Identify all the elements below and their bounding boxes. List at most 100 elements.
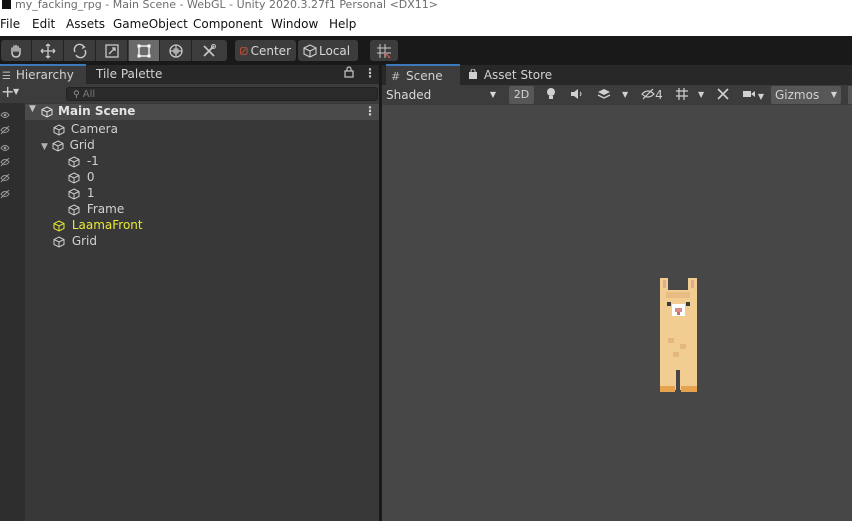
rotate-tool-button[interactable] [65, 40, 96, 61]
menu-edit[interactable]: Edit [32, 17, 55, 31]
llama-ear-left-inner [663, 280, 666, 288]
llama-eye-left [667, 302, 671, 306]
main-toolbar: Center Local [0, 36, 852, 65]
hierarchy-item-grid-2[interactable]: Grid [53, 233, 97, 249]
hand-tool-button[interactable] [1, 40, 32, 61]
visibility-toggle-icon[interactable] [0, 173, 10, 183]
chevron-down-icon[interactable]: ▼ [622, 90, 628, 99]
menu-assets[interactable]: Assets [66, 17, 105, 31]
tile-palette-tab-label: Tile Palette [96, 67, 163, 81]
hierarchy-item-grid[interactable]: ▼ Grid [41, 137, 95, 153]
shopping-bag-icon [469, 68, 477, 79]
hierarchy-item-laamafront[interactable]: LaamaFront [53, 217, 143, 233]
expand-arrow-icon[interactable]: ▼ [29, 104, 36, 114]
gameobject-cube-icon [53, 219, 65, 232]
unity-scene-icon [41, 106, 53, 118]
scene-row[interactable]: ▼ Main Scene ⋮ [25, 104, 379, 120]
pivot-mode-button[interactable]: Center [235, 40, 296, 61]
light-bulb-icon [547, 88, 555, 99]
scene-tab-bar: # Scene Asset Store [382, 64, 852, 86]
lock-icon[interactable] [344, 66, 354, 81]
menu-file[interactable]: File [0, 17, 20, 31]
search-field-edge[interactable] [848, 86, 852, 104]
hierarchy-search-row: + ▼ ⚲ All [0, 82, 379, 103]
grid-snap-icon [377, 43, 391, 58]
hierarchy-item-label: Grid [69, 138, 95, 152]
hierarchy-item-label: Frame [86, 202, 125, 216]
draw-mode-dropdown[interactable]: Shaded ▼ [386, 86, 500, 104]
custom-tool-button[interactable] [193, 40, 224, 61]
chevron-down-icon: ▼ [489, 90, 496, 99]
scale-tool-button[interactable] [97, 40, 128, 61]
rect-tool-button[interactable] [129, 40, 160, 61]
llama-neck [660, 328, 697, 374]
window-title: my_facking_rpg - Main Scene - WebGL - Un… [15, 0, 439, 11]
tab-scene[interactable]: # Scene [386, 64, 460, 86]
2d-mode-label: 2D [513, 88, 530, 101]
scene-menu-icon[interactable]: ⋮ [364, 104, 376, 118]
gizmos-dropdown[interactable]: Gizmos ▼ [771, 86, 841, 104]
llama-mouth [677, 312, 680, 315]
2d-mode-button[interactable]: 2D [509, 86, 534, 104]
llama-forehead-shade [666, 292, 690, 298]
scale-icon [105, 43, 119, 58]
scene-grid-icon: # [391, 70, 401, 83]
llama-leg-gap [676, 370, 680, 390]
scene-toolbar: Shaded ▼ 2D ▼ 4 ▼ ▼ Gizmos ▼ [382, 85, 852, 105]
tab-asset-store[interactable]: Asset Store [468, 65, 558, 85]
search-placeholder: All [82, 89, 96, 100]
create-dropdown-icon[interactable]: ▼ [13, 87, 19, 96]
hierarchy-item-label: Grid [71, 234, 98, 248]
visibility-toggle-icon[interactable] [0, 110, 10, 120]
menu-component[interactable]: Component [193, 17, 263, 31]
panel-menu-icon[interactable]: ⋮ [364, 66, 376, 80]
scene-tools-button[interactable] [714, 86, 732, 104]
hidden-count: 4 [655, 88, 663, 102]
transform-tool-button[interactable] [161, 40, 192, 61]
visibility-toggle-icon[interactable] [0, 143, 10, 153]
camera-settings-button[interactable]: ▼ [739, 86, 767, 104]
visibility-toggle-icon[interactable] [0, 157, 10, 167]
effects-toggle[interactable] [593, 86, 615, 104]
chevron-down-icon[interactable]: ▼ [698, 90, 704, 99]
hierarchy-search-input[interactable]: ⚲ All [66, 87, 378, 101]
menu-window[interactable]: Window [271, 17, 318, 31]
llama-sprite[interactable] [660, 278, 698, 394]
hierarchy-item-tilemap-0[interactable]: 0 [68, 169, 94, 185]
speaker-icon [571, 89, 582, 99]
hierarchy-item-tilemap-minus-1[interactable]: -1 [68, 153, 99, 169]
hierarchy-item-camera[interactable]: Camera [53, 121, 118, 137]
menu-gameobject[interactable]: GameObject [113, 17, 188, 31]
hidden-objects-toggle[interactable]: 4 [637, 86, 667, 104]
window-title-bar: my_facking_rpg - Main Scene - WebGL - Un… [0, 0, 852, 13]
llama-fur-shade-3 [673, 352, 679, 357]
rect-transform-icon [137, 44, 151, 57]
menu-help[interactable]: Help [329, 17, 356, 31]
visibility-toggle-icon[interactable] [0, 125, 10, 135]
tab-tile-palette[interactable]: Tile Palette [96, 65, 176, 84]
llama-fur-shade-1 [668, 338, 674, 343]
grid-toggle[interactable] [673, 86, 691, 104]
gameobject-cube-icon [68, 171, 80, 184]
pivot-center-icon [240, 46, 248, 55]
hierarchy-item-label: 1 [86, 186, 95, 200]
lighting-toggle[interactable] [540, 86, 562, 104]
visibility-toggle-icon[interactable] [0, 189, 10, 199]
grid-snap-button[interactable] [370, 40, 398, 61]
hierarchy-item-label: -1 [86, 154, 99, 168]
local-space-icon [303, 43, 317, 58]
scene-panel: # Scene Asset Store Shaded ▼ 2D ▼ 4 ▼ ▼ … [381, 64, 852, 521]
move-tool-button[interactable] [33, 40, 64, 61]
hierarchy-item-frame[interactable]: Frame [68, 201, 124, 217]
search-icon: ⚲ [73, 90, 80, 100]
hierarchy-item-tilemap-1[interactable]: 1 [68, 185, 94, 201]
hand-icon [11, 44, 21, 58]
transform-tools [1, 40, 227, 61]
gameobject-cube-icon [68, 187, 80, 200]
pivot-space-button[interactable]: Local [298, 40, 358, 61]
layers-icon [597, 89, 611, 99]
expand-arrow-icon[interactable]: ▼ [41, 142, 48, 152]
llama-hoof-right [681, 386, 697, 392]
audio-toggle[interactable] [566, 86, 588, 104]
tools-icon [717, 88, 729, 100]
